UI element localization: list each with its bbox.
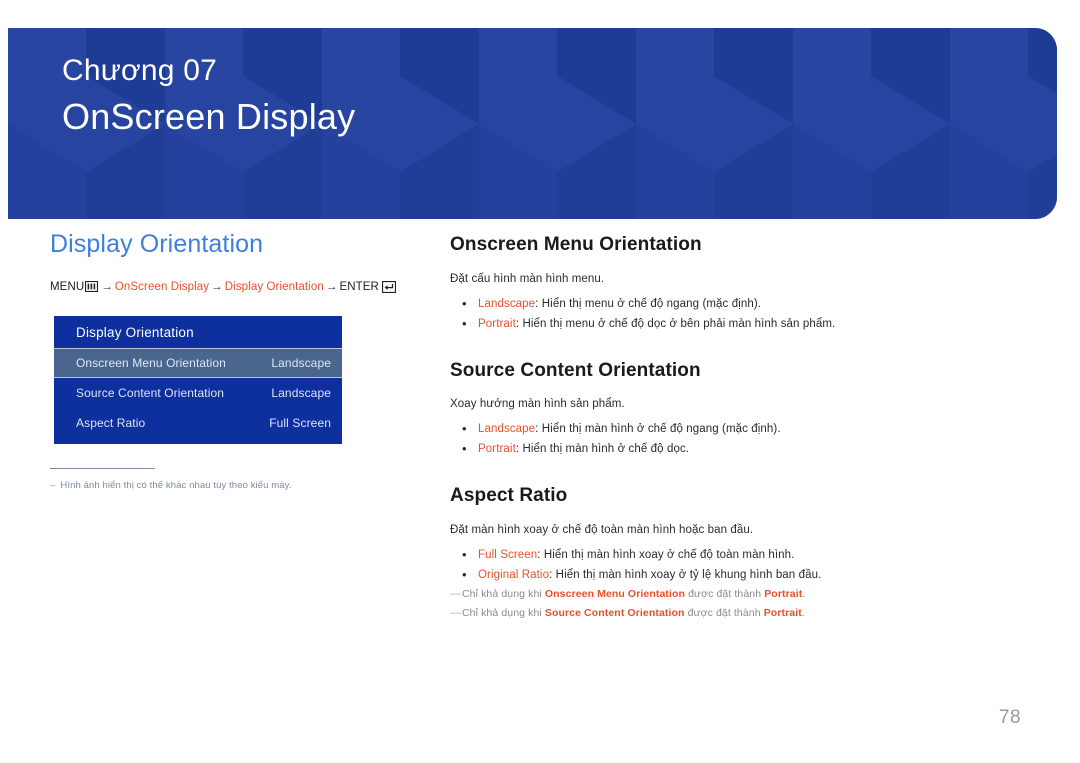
list-item-text: Full Screen: Hiển thị màn hình xoay ở ch…	[478, 545, 1050, 565]
osd-row-value: Landscape	[271, 386, 331, 400]
breadcrumb-arrow-2: →	[211, 281, 223, 293]
note-value: Portrait	[764, 587, 803, 600]
osd-row-value: Full Screen	[269, 416, 331, 430]
option-desc: : Hiển thị màn hình xoay ở tỷ lệ khung h…	[549, 568, 822, 581]
option-name: Full Screen	[478, 548, 538, 561]
osd-row-onscreen-menu-orientation[interactable]: Onscreen Menu Orientation Landscape	[54, 348, 342, 378]
bullet-icon: •	[462, 441, 467, 456]
note-dash-icon: ―	[450, 606, 462, 619]
list-item-text: Portrait: Hiển thị menu ở chế độ dọc ở b…	[478, 314, 1050, 334]
section-heading-source-content-orientation: Source Content Orientation	[450, 359, 701, 381]
section-note: ― Chỉ khả dụng khi Onscreen Menu Orienta…	[450, 585, 1050, 604]
option-name: Portrait	[478, 317, 516, 330]
note-dash-icon: ―	[450, 587, 462, 600]
option-desc: : Hiển thị menu ở chế độ ngang (mặc định…	[535, 297, 762, 310]
list-item-text: Original Ratio: Hiển thị màn hình xoay ở…	[478, 565, 1050, 585]
section-description: Đặt cấu hình màn hình menu.	[450, 272, 605, 285]
section-note: ― Chỉ khả dụng khi Source Content Orient…	[450, 604, 1050, 623]
note-text: Chỉ khả dụng khi Onscreen Menu Orientati…	[462, 585, 1050, 604]
page-number: 78	[998, 707, 1022, 728]
option-desc: : Hiển thị màn hình xoay ở chế độ toàn m…	[537, 548, 795, 561]
section-heading-onscreen-menu-orientation: Onscreen Menu Orientation	[450, 234, 702, 255]
list-item: • Full Screen: Hiển thị màn hình xoay ở …	[462, 545, 1050, 565]
osd-menu-panel: Display Orientation Onscreen Menu Orient…	[54, 316, 342, 444]
osd-row-aspect-ratio[interactable]: Aspect Ratio Full Screen	[54, 408, 342, 438]
list-item: • Portrait: Hiển thị menu ở chế độ dọc ở…	[462, 314, 1050, 334]
osd-row-label: Source Content Orientation	[76, 386, 225, 400]
osd-row-source-content-orientation[interactable]: Source Content Orientation Landscape	[54, 378, 342, 408]
list-item-text: Landscape: Hiển thị màn hình ở chế độ ng…	[478, 419, 1050, 439]
note-post: .	[802, 587, 806, 600]
chapter-title: OnScreen Display	[62, 96, 356, 137]
breadcrumb-arrow-3: →	[325, 281, 338, 293]
option-desc: : Hiển thị màn hình ở chế độ ngang (mặc …	[535, 423, 781, 435]
breadcrumb-enter-label: ENTER	[339, 281, 379, 293]
note-ref: Onscreen Menu Orientation	[544, 587, 686, 600]
option-name: Portrait	[478, 443, 516, 455]
footnote-divider	[50, 468, 155, 469]
note-value: Portrait	[763, 606, 802, 619]
osd-panel-title: Display Orientation	[54, 316, 342, 348]
menu-bars-icon	[85, 280, 99, 298]
section-heading-aspect-ratio: Aspect Ratio	[450, 485, 568, 506]
section-description: Đặt màn hình xoay ở chế độ toàn màn hình…	[450, 523, 754, 536]
note-text: Chỉ khả dụng khi Source Content Orientat…	[462, 604, 1050, 623]
list-item: • Original Ratio: Hiển thị màn hình xoay…	[462, 565, 1050, 585]
option-desc: : Hiển thị màn hình ở chế độ dọc.	[515, 443, 690, 455]
list-item: • Landscape: Hiển thị màn hình ở chế độ …	[462, 419, 1050, 439]
note-pre: Chỉ khả dụng khi	[462, 587, 545, 600]
option-desc: : Hiển thị menu ở chế độ dọc ở bên phải …	[515, 317, 836, 330]
bullet-icon: •	[462, 295, 467, 311]
osd-row-label: Aspect Ratio	[76, 416, 146, 430]
left-footnote: – Hình ảnh hiển thị có thể khác nhau tùy …	[50, 468, 410, 493]
option-name: Landscape	[478, 297, 536, 310]
footnote-dash: –	[50, 480, 56, 491]
osd-row-value: Landscape	[271, 356, 331, 370]
section-description: Xoay hướng màn hình sản phẩm.	[450, 398, 625, 410]
note-post: .	[801, 606, 805, 619]
osd-row-label: Onscreen Menu Orientation	[76, 356, 226, 370]
enter-return-icon	[381, 280, 397, 299]
breadcrumb-step-2: Display Orientation	[224, 281, 324, 293]
note-mid: được đặt thành	[684, 606, 764, 619]
footnote-text: Hình ảnh hiển thị có thể khác nhau tùy t…	[60, 480, 292, 491]
note-ref: Source Content Orientation	[544, 606, 685, 619]
breadcrumb-step-1: OnScreen Display	[114, 281, 210, 293]
breadcrumb-arrow-1: →	[101, 281, 113, 293]
bullet-icon: •	[462, 421, 467, 436]
footnote-line: – Hình ảnh hiển thị có thể khác nhau tùy …	[50, 479, 410, 493]
chapter-label: Chương 07	[62, 54, 217, 87]
option-name: Landscape	[478, 423, 536, 435]
page-title: Display Orientation	[50, 230, 264, 258]
chapter-header-banner: Chương 07 OnScreen Display	[8, 28, 1057, 219]
osd-panel-title-label: Display Orientation	[76, 324, 194, 340]
option-name: Original Ratio	[478, 568, 550, 581]
breadcrumb: MENU → OnScreen Display → Display Orientati…	[50, 278, 420, 299]
list-item-text: Portrait: Hiển thị màn hình ở chế độ dọc…	[478, 439, 1050, 459]
breadcrumb-menu-label: MENU	[50, 281, 85, 293]
note-pre: Chỉ khả dụng khi	[462, 606, 545, 619]
list-item: • Landscape: Hiển thị menu ở chế độ ngan…	[462, 294, 1050, 314]
note-mid: được đặt thành	[685, 587, 765, 600]
list-item: • Portrait: Hiển thị màn hình ở chế độ d…	[462, 439, 1050, 459]
right-column: Onscreen Menu Orientation Đặt cấu hình m…	[450, 232, 1050, 623]
left-column: Display Orientation MENU → OnScreen Displ…	[50, 228, 420, 317]
header-title-group: Chương 07 OnScreen Display	[62, 50, 355, 142]
bullet-icon: •	[462, 566, 467, 582]
list-item-text: Landscape: Hiển thị menu ở chế độ ngang …	[478, 294, 1050, 314]
bullet-icon: •	[462, 546, 467, 562]
bullet-icon: •	[462, 315, 467, 331]
